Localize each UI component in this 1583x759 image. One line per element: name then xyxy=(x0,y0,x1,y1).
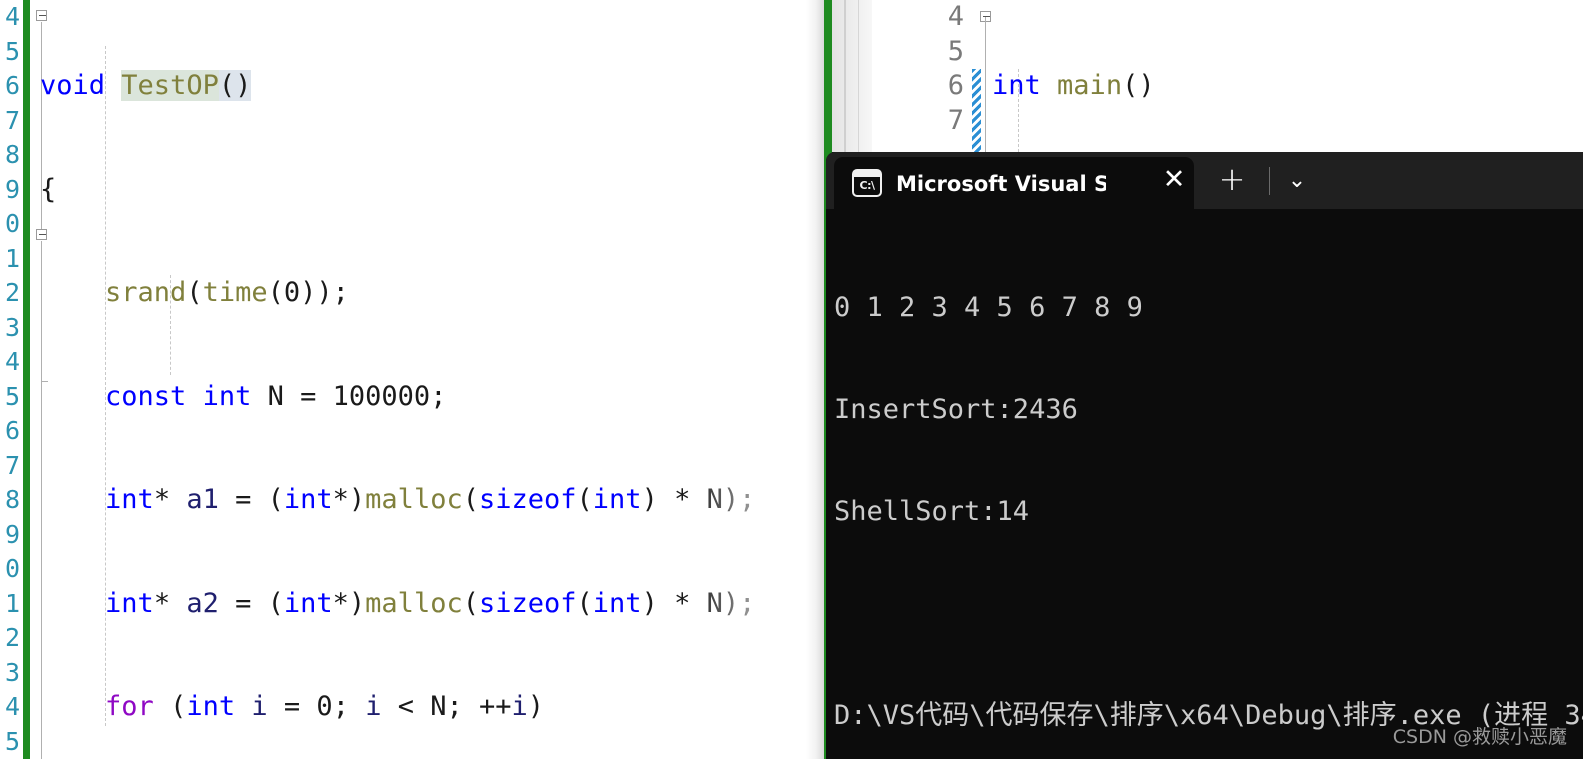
line-number: 9 xyxy=(4,174,20,204)
console-line: ShellSort:14 xyxy=(834,496,1030,527)
line-number: 1 xyxy=(4,243,20,273)
code-line: int main() xyxy=(992,70,1155,101)
left-code-editor-pane[interactable]: 4 5 6 7 8 9 0 1 2 3 4 5 6 7 8 9 0 1 2 3 … xyxy=(0,0,822,759)
line-number: 6 xyxy=(947,70,964,101)
line-number: 7 xyxy=(947,104,964,136)
line-number: 5 xyxy=(4,381,20,411)
watermark: CSDN @救赎小恶魔 xyxy=(1392,726,1567,748)
console-icon-glyph: C:\ xyxy=(859,179,876,192)
pane-splitter-shadow xyxy=(806,0,824,759)
screen-root: 4 5 6 7 8 9 0 1 2 3 4 5 6 7 8 9 0 1 2 3 … xyxy=(0,0,1583,759)
outline-bracket-line xyxy=(985,17,986,152)
gutter-divider-line xyxy=(858,0,859,152)
line-number: 4 xyxy=(4,692,20,721)
console-icon: C:\ xyxy=(852,169,882,197)
new-tab-icon[interactable]: + xyxy=(1216,163,1248,196)
line-number: 8 xyxy=(4,485,20,514)
line-number: 4 xyxy=(4,2,20,31)
console-line: InsertSort:2436 xyxy=(834,394,1078,425)
line-number: 2 xyxy=(4,278,20,307)
code-line: { xyxy=(40,173,57,205)
chevron-down-icon[interactable]: ⌄ xyxy=(1281,166,1313,198)
line-number: 5 xyxy=(4,726,20,756)
right-line-number-gutter: 4 5 6 7 xyxy=(872,0,964,152)
toolbar-divider xyxy=(1269,167,1270,195)
line-number: 1 xyxy=(4,588,20,618)
line-number: 4 xyxy=(947,1,964,32)
left-line-number-gutter: 4 5 6 7 8 9 0 1 2 3 4 5 6 7 8 9 0 1 2 3 … xyxy=(0,0,22,759)
line-number: 8 xyxy=(4,140,20,169)
line-number: 5 xyxy=(4,36,20,66)
code-line: void TestOP() xyxy=(40,70,252,101)
console-output-text[interactable]: 0 1 2 3 4 5 6 7 8 9 InsertSort:2436 Shel… xyxy=(826,209,1583,759)
line-number: 2 xyxy=(4,623,20,652)
console-tab[interactable]: C:\ Microsoft Visual Studio 调试控制台 xyxy=(834,157,1194,209)
line-number: 6 xyxy=(4,71,20,100)
line-number: 6 xyxy=(4,416,20,445)
line-number: 7 xyxy=(4,450,20,480)
code-line: int* a1 = (int*)malloc(sizeof(int) * N); xyxy=(105,484,756,515)
console-tab-title: Microsoft Visual Studio 调试控制台 xyxy=(896,172,1106,196)
line-number: 0 xyxy=(4,554,20,583)
code-line: const int N = 100000; xyxy=(105,380,447,412)
line-number: 3 xyxy=(4,657,20,687)
code-line: int* a2 = (int*)malloc(sizeof(int) * N); xyxy=(105,587,756,619)
saved-change-bar xyxy=(23,0,30,759)
close-icon[interactable]: ✕ xyxy=(1159,166,1189,196)
line-number: 4 xyxy=(4,347,20,376)
code-line: srand(time(0)); xyxy=(105,277,349,308)
line-number: 9 xyxy=(4,519,20,549)
debug-console-window[interactable]: C:\ Microsoft Visual Studio 调试控制台 ✕ + ⌄ … xyxy=(826,152,1583,759)
console-line: 0 1 2 3 4 5 6 7 8 9 xyxy=(834,292,1143,323)
line-number: 7 xyxy=(4,105,20,135)
left-code-text[interactable]: void TestOP() { srand(time(0)); const in… xyxy=(40,0,822,759)
unsaved-change-bar xyxy=(972,69,981,152)
line-number: 0 xyxy=(4,209,20,238)
code-line: for (int i = 0; i < N; ++i) xyxy=(105,691,545,722)
console-title-bar[interactable]: C:\ Microsoft Visual Studio 调试控制台 ✕ + ⌄ xyxy=(826,152,1583,209)
line-number: 5 xyxy=(947,35,964,67)
gutter-divider-line xyxy=(844,0,846,152)
line-number: 3 xyxy=(4,312,20,342)
right-gutter-background xyxy=(832,0,872,152)
